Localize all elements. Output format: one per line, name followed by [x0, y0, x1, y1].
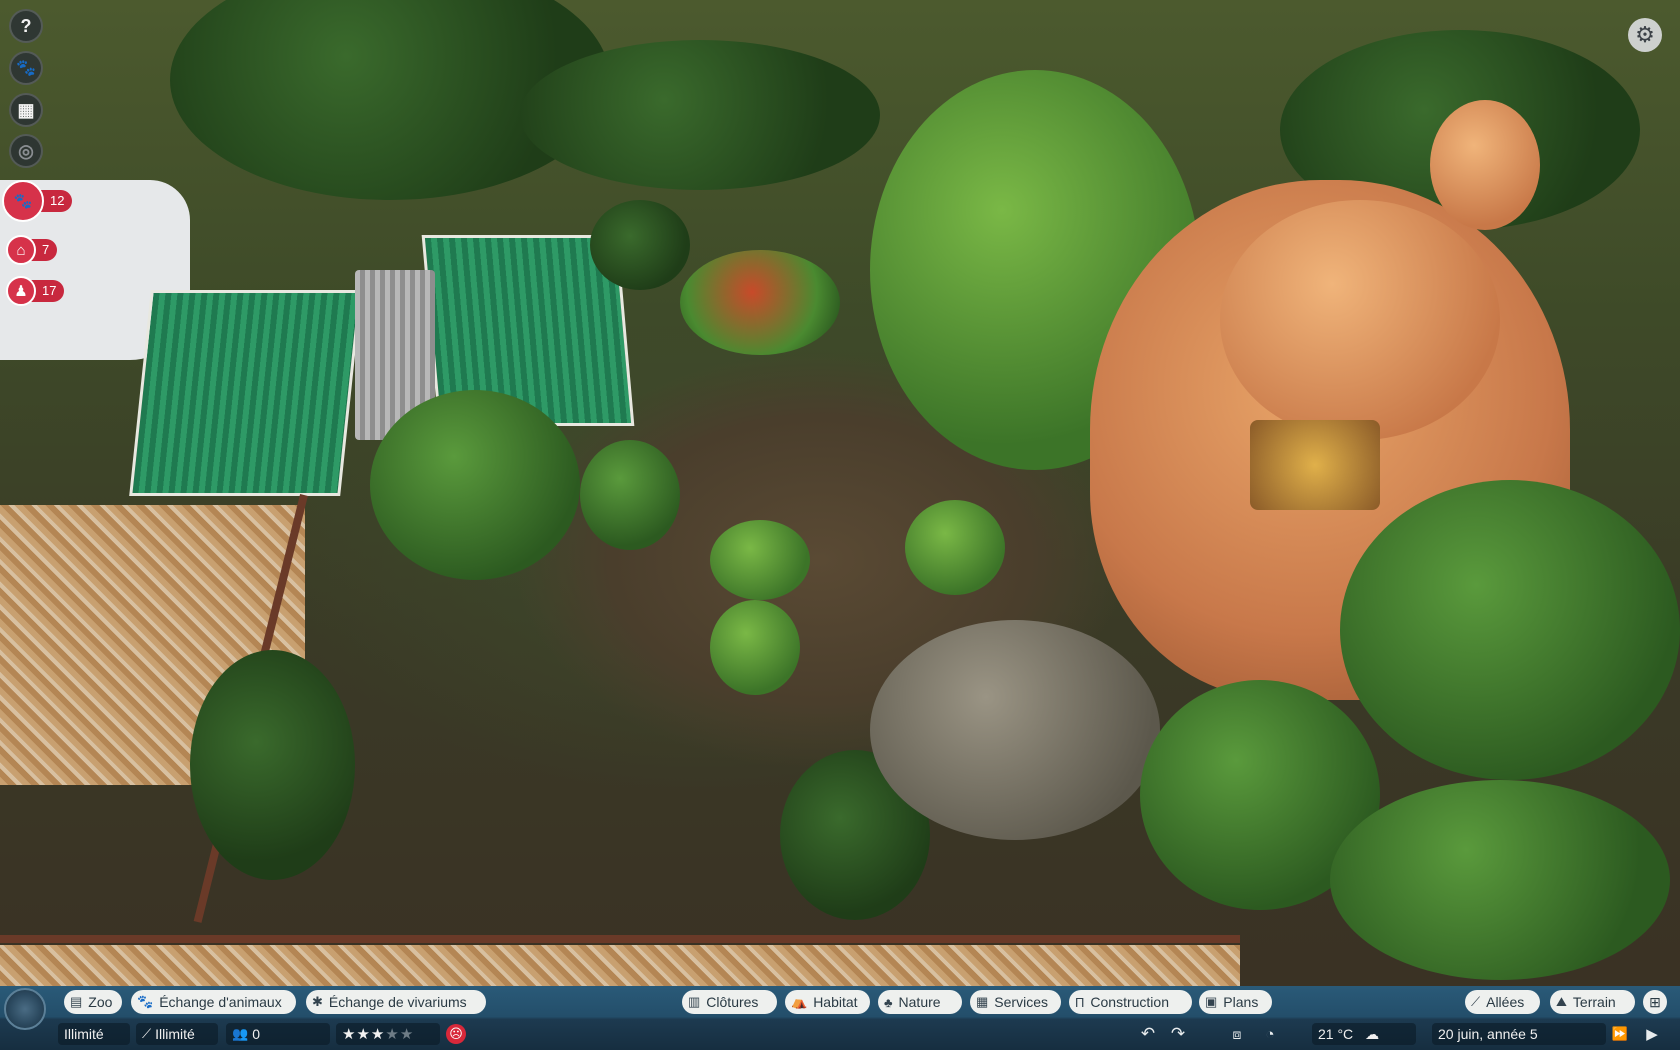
- plant: [710, 600, 800, 695]
- paw-icon: 🐾: [2, 180, 44, 222]
- tab-paths[interactable]: ⟋ Allées: [1465, 990, 1540, 1014]
- research-value: Illimité: [155, 1026, 195, 1042]
- camera-icon: ◎: [18, 140, 34, 161]
- grid-icon: ⊞: [1649, 993, 1661, 1010]
- help-button[interactable]: ?: [9, 9, 43, 43]
- money-value: Illimité: [64, 1026, 104, 1042]
- tab-fences[interactable]: ▥ Clôtures: [682, 990, 777, 1014]
- animal-book-button[interactable]: 🐾: [9, 51, 43, 85]
- tab-extra[interactable]: ⊞: [1643, 990, 1667, 1014]
- star-filled-icon: ★: [356, 1026, 371, 1043]
- fence-bottom: [0, 935, 1240, 943]
- redo-icon: ↷: [1170, 1024, 1186, 1043]
- star-empty-icon: ★: [399, 1026, 415, 1043]
- fast-forward-button[interactable]: ⏩: [1608, 1023, 1632, 1045]
- plant: [905, 500, 1005, 595]
- cloud-icon: ☁: [1365, 1025, 1380, 1042]
- blueprint-icon: ▣: [1205, 994, 1218, 1009]
- staff-counter[interactable]: ♟ 17: [6, 276, 65, 306]
- tab-zoo[interactable]: ▤ Zoo: [64, 990, 122, 1014]
- bush: [580, 440, 680, 550]
- star-empty-icon: ★: [385, 1026, 400, 1043]
- tab-services[interactable]: ▦ Services: [970, 990, 1061, 1014]
- paw-icon: 🐾: [137, 994, 154, 1009]
- undo-button[interactable]: ↶: [1136, 1023, 1160, 1045]
- clock-icon: ◔: [1265, 1025, 1275, 1043]
- game-viewport[interactable]: [0, 0, 1680, 1050]
- help-icon: ?: [20, 15, 32, 36]
- time-button[interactable]: ◔: [1258, 1023, 1282, 1045]
- tab-construction[interactable]: Π Construction: [1069, 990, 1192, 1014]
- building-roof-left: [129, 290, 362, 496]
- redo-button[interactable]: ↷: [1166, 1023, 1190, 1045]
- facilities-counter[interactable]: ⌂ 7: [6, 235, 58, 265]
- research-display[interactable]: ⟋ Illimité: [136, 1023, 218, 1045]
- habitat-icon: ⛺: [791, 994, 808, 1009]
- tab-habitat[interactable]: ⛺ Habitat: [785, 990, 870, 1014]
- tab-terrain[interactable]: ⛰ Terrain: [1550, 990, 1635, 1014]
- facility-icon: ⌂: [6, 235, 36, 265]
- staff-icon: ♟: [6, 276, 36, 306]
- camera-toggle-button[interactable]: ⧈: [1225, 1023, 1249, 1045]
- tree-cluster-bottom: [1330, 780, 1670, 980]
- tower-spire: [1430, 100, 1540, 230]
- guests-display[interactable]: 👥 0: [226, 1023, 330, 1045]
- path-icon: ⟋: [1471, 994, 1481, 1009]
- fast-forward-icon: ⏩: [1611, 1026, 1629, 1041]
- tower-dome: [1220, 200, 1500, 440]
- tab-plans[interactable]: ▣ Plans: [1199, 990, 1272, 1014]
- tree-icon: ♣: [884, 994, 893, 1010]
- gear-icon: ⚙: [1635, 22, 1655, 47]
- tab-vivarium-trade[interactable]: ✱ Échange de vivariums: [306, 990, 486, 1014]
- terrain-icon: ⛰: [1556, 994, 1567, 1009]
- bug-icon: ✱: [312, 994, 323, 1009]
- star-filled-icon: ★: [370, 1026, 386, 1043]
- money-display[interactable]: Illimité: [58, 1023, 130, 1045]
- settings-button[interactable]: ⚙: [1628, 18, 1662, 52]
- pillar-icon: Π: [1075, 994, 1085, 1010]
- temperature-value: 21 °C: [1318, 1026, 1354, 1042]
- shrub: [590, 200, 690, 290]
- plant: [710, 520, 810, 600]
- weather-display[interactable]: 21 °C ☁: [1312, 1023, 1416, 1045]
- tree-cluster: [1340, 480, 1680, 780]
- tab-nature[interactable]: ♣ Nature: [878, 990, 962, 1014]
- flask-icon: ⟋: [142, 1026, 152, 1041]
- hedge: [520, 40, 880, 190]
- fence-icon: ▥: [688, 994, 701, 1009]
- calendar-button[interactable]: ▦: [9, 93, 43, 127]
- animal-book-icon: 🐾: [16, 60, 36, 77]
- screen-icon: ⧈: [1232, 1025, 1242, 1042]
- undo-icon: ↶: [1140, 1024, 1156, 1043]
- palm-tree: [370, 390, 580, 580]
- zoo-icon: ▤: [70, 994, 83, 1009]
- date-display[interactable]: 20 juin, année 5: [1432, 1023, 1606, 1045]
- zoo-rating[interactable]: ★★★★★: [336, 1023, 440, 1045]
- flowering-tree: [680, 250, 840, 355]
- shop-icon: ▦: [976, 994, 989, 1009]
- flower-bush: [190, 650, 355, 880]
- animals-counter[interactable]: 🐾 12: [2, 180, 73, 222]
- star-filled-icon: ★: [342, 1026, 357, 1043]
- camera-dial[interactable]: [4, 988, 46, 1030]
- date-value: 20 juin, année 5: [1438, 1026, 1538, 1042]
- guest-path-bottom: [0, 945, 1240, 987]
- sad-face-icon[interactable]: ☹: [446, 1024, 466, 1044]
- camera-button[interactable]: ◎: [9, 134, 43, 168]
- rating-stars: ★★★★★: [342, 1025, 414, 1043]
- calendar-icon: ▦: [17, 99, 35, 120]
- tower-window: [1250, 420, 1380, 510]
- play-button[interactable]: ▶: [1640, 1023, 1664, 1045]
- play-icon: ▶: [1646, 1026, 1658, 1043]
- tab-animal-trade[interactable]: 🐾 Échange d'animaux: [131, 990, 296, 1014]
- guests-icon: 👥: [232, 1026, 249, 1041]
- guests-value: 0: [252, 1026, 260, 1042]
- rock-formation: [870, 620, 1160, 840]
